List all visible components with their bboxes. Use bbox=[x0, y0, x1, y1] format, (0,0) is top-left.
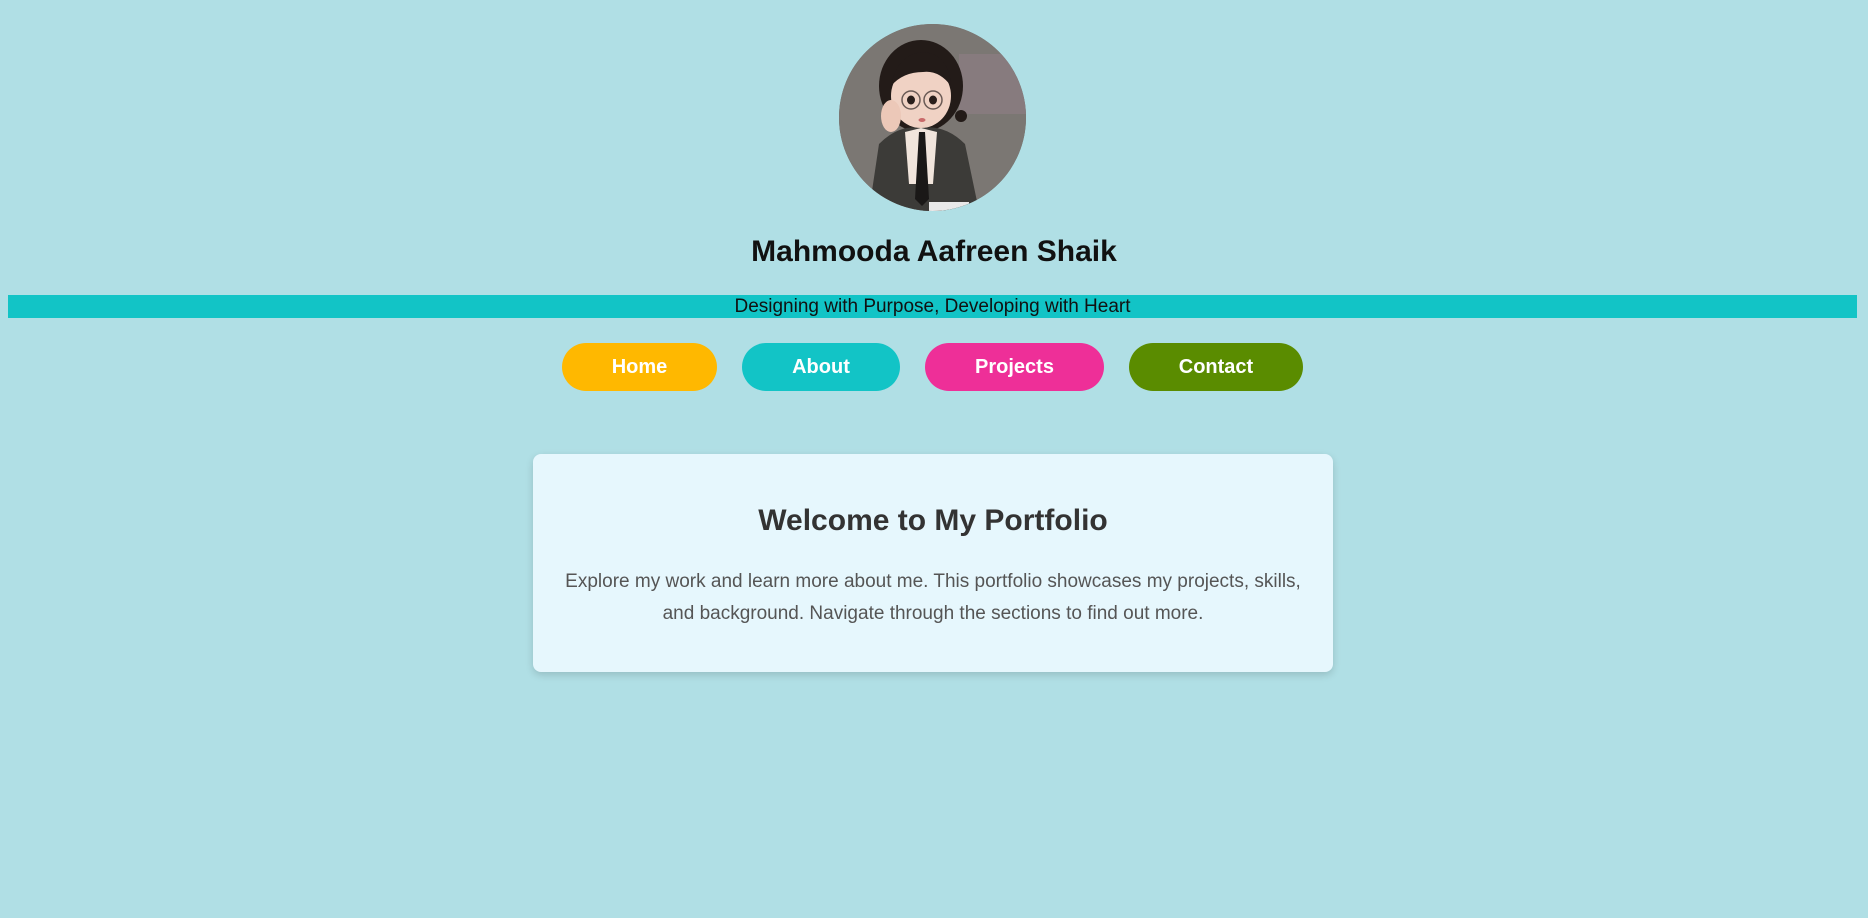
nav-projects-button[interactable]: Projects bbox=[925, 343, 1104, 391]
main-nav: Home About Projects Contact bbox=[0, 343, 1868, 391]
welcome-text: Explore my work and learn more about me.… bbox=[565, 571, 1301, 624]
avatar bbox=[839, 24, 1026, 211]
nav-home-button[interactable]: Home bbox=[562, 343, 717, 391]
profile-name: Mahmooda Aafreen Shaik bbox=[751, 235, 1117, 268]
avatar-illustration bbox=[839, 24, 1026, 211]
welcome-card: Welcome to My Portfolio Explore my work … bbox=[533, 454, 1333, 672]
tagline-text: Designing with Purpose, Developing with … bbox=[734, 296, 1131, 317]
welcome-title: Welcome to My Portfolio bbox=[758, 504, 1108, 537]
nav-contact-button[interactable]: Contact bbox=[1129, 343, 1303, 391]
tagline-banner: Designing with Purpose, Developing with … bbox=[8, 295, 1857, 318]
nav-about-button[interactable]: About bbox=[742, 343, 900, 391]
